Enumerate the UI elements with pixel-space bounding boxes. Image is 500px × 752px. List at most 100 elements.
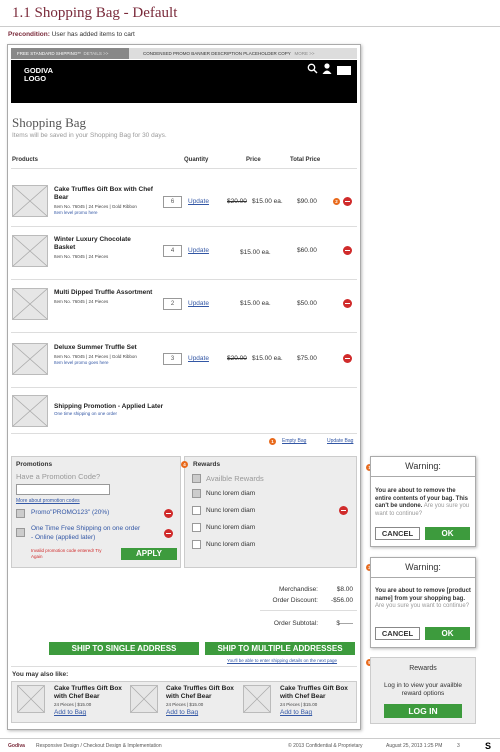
item-promo: Item level promo here <box>54 210 98 215</box>
add-to-bag-link[interactable]: Add to Bag <box>280 709 312 716</box>
reward-item: Nunc lorem diam <box>206 541 256 548</box>
footer-logo-icon: S <box>485 741 492 751</box>
update-link[interactable]: Update <box>188 198 209 205</box>
rewards-login-title: Rewards <box>409 665 437 672</box>
promo-details-link[interactable]: DETAILS >> <box>83 51 108 56</box>
precondition-label: Precondition: <box>8 31 50 38</box>
divider <box>11 387 357 388</box>
remove-item-icon[interactable] <box>343 299 352 308</box>
product-name[interactable]: Winter Luxury Chocolate Basket <box>54 236 134 252</box>
reward-checkbox[interactable] <box>192 489 201 498</box>
account-icon[interactable] <box>322 63 332 77</box>
precondition-text: User has added items to cart <box>49 31 135 38</box>
recommendation-name[interactable]: Cake Truffles Gift Box with Chef Bear <box>54 685 126 700</box>
remove-promo-icon[interactable] <box>164 529 173 538</box>
divider <box>11 226 357 227</box>
warning-title: Warning: <box>405 461 441 471</box>
quantity-input[interactable]: 6 <box>163 196 182 208</box>
rewards-available: Availble Rewards <box>206 474 264 483</box>
line-total: $60.00 <box>297 247 317 254</box>
promo-more-link[interactable]: MORE >> <box>295 51 315 56</box>
product-name[interactable]: Deluxe Summer Truffle Set <box>54 344 164 352</box>
promo-image <box>12 395 48 427</box>
rewards-title: Rewards <box>193 461 221 468</box>
warning-message-question: Are you sure you want to continue? <box>375 603 470 609</box>
shipping-promo-name: Shipping Promotion - Applied Later <box>54 403 164 410</box>
merchandise-value: $8.00 <box>336 586 353 593</box>
update-link[interactable]: Update <box>188 247 209 254</box>
footer-date: August 25, 2013 1:25 PM <box>386 743 443 749</box>
footer-section: Responsive Design / Checkout Design & Im… <box>36 743 162 749</box>
recommendation-image[interactable] <box>243 685 271 713</box>
promo-codes-link[interactable]: More about promotion codes <box>16 498 80 504</box>
product-image[interactable] <box>12 235 48 267</box>
ship-multiple-addresses-button[interactable]: SHIP TO MULTIPLE ADDRESSES <box>205 642 355 655</box>
search-icon[interactable] <box>307 63 318 77</box>
unit-price: $15.00 ea. <box>252 355 283 362</box>
divider <box>370 577 476 578</box>
recommendation-meta: 24 Pieces | $15.00 <box>166 702 204 707</box>
remove-item-icon[interactable] <box>343 354 352 363</box>
reward-checkbox[interactable] <box>192 540 201 549</box>
reward-checkbox[interactable] <box>192 523 201 532</box>
recommendation-name[interactable]: Cake Truffles Gift Box with Chef Bear <box>166 685 238 700</box>
product-meta: Item No. 76045 | 24 Pieces | Gold Ribbon <box>54 204 137 209</box>
reward-checkbox[interactable] <box>192 506 201 515</box>
precondition-note: Precondition: User has added items to ca… <box>8 31 135 38</box>
subtotal-label: Order Subtotal: <box>273 620 318 627</box>
cancel-button[interactable]: CANCEL <box>375 527 420 540</box>
promo-code-input[interactable] <box>16 484 110 495</box>
recommendation-image[interactable] <box>130 685 158 713</box>
apply-button[interactable]: APPLY <box>121 548 177 560</box>
discount-label: Order Discount: <box>272 597 318 604</box>
column-quantity: Quantity <box>184 157 209 163</box>
quantity-input[interactable]: 2 <box>163 298 182 310</box>
applied-promo: Promo"PROMO123" (20%) <box>31 509 110 516</box>
shipping-note: You'll be able to enter shipping details… <box>227 658 338 663</box>
promo-error: Invalid promotion code entered! Try Agai… <box>31 548 102 559</box>
shopping-bag-icon[interactable] <box>337 65 351 78</box>
add-to-bag-link[interactable]: Add to Bag <box>166 709 198 716</box>
update-link[interactable]: Update <box>188 300 209 307</box>
promo-applied-icon <box>16 528 25 537</box>
remove-promo-icon[interactable] <box>164 509 173 518</box>
remove-reward-icon[interactable] <box>339 506 348 515</box>
footer-divider <box>0 738 500 739</box>
update-bag-link[interactable]: Update Bag <box>327 438 353 444</box>
ok-button[interactable]: OK <box>425 527 470 540</box>
quantity-input[interactable]: 3 <box>163 353 182 365</box>
site-logo[interactable]: GODIVA LOGO <box>24 67 53 83</box>
recommendation-image[interactable] <box>17 685 45 713</box>
shopping-bag-subtitle: Items will be saved in your Shopping Bag… <box>12 132 167 139</box>
divider <box>11 433 357 434</box>
promo-banner-shipping[interactable]: FREE STANDARD SHIPPING** DETAILS >> <box>11 48 129 59</box>
promo-banner-description: CONDENSED PROMO BANNER DESCRIPTION PLACE… <box>131 48 357 59</box>
reward-checkbox[interactable] <box>192 474 201 483</box>
remove-item-icon[interactable] <box>343 197 352 206</box>
column-total-price: Total Price <box>290 157 321 163</box>
product-meta: Item No. 76045 | 24 Pieces | Gold Ribbon <box>54 354 137 359</box>
also-like-title: You may also like: <box>12 671 69 678</box>
product-image[interactable] <box>12 288 48 320</box>
recommendation-name[interactable]: Cake Truffles Gift Box with Chef Bear <box>280 685 352 700</box>
applied-promo: One Time Free Shipping on one order - On… <box>31 525 141 541</box>
login-button[interactable]: LOG IN <box>384 704 462 718</box>
line-total: $90.00 <box>297 198 317 205</box>
remove-item-icon[interactable] <box>343 246 352 255</box>
product-name[interactable]: Cake Truffles Gift Box with Chef Bear <box>54 186 154 202</box>
quantity-input[interactable]: 4 <box>163 245 182 257</box>
product-image[interactable] <box>12 343 48 375</box>
product-image[interactable] <box>12 185 48 217</box>
annotation-badge: 1 <box>269 438 276 445</box>
product-name[interactable]: Multi Dipped Truffle Assortment <box>54 289 164 297</box>
update-link[interactable]: Update <box>188 355 209 362</box>
ok-button[interactable]: OK <box>425 627 470 640</box>
item-promo: Item level promo goes here <box>54 360 109 365</box>
reward-item: Nunc lorem diam <box>206 507 256 514</box>
cancel-button[interactable]: CANCEL <box>375 627 420 640</box>
subtotal-value: $—— <box>336 620 353 627</box>
ship-single-address-button[interactable]: SHIP TO SINGLE ADDRESS <box>49 642 199 655</box>
divider <box>370 476 476 477</box>
add-to-bag-link[interactable]: Add to Bag <box>54 709 86 716</box>
empty-bag-link[interactable]: Empty Bag <box>282 438 306 444</box>
